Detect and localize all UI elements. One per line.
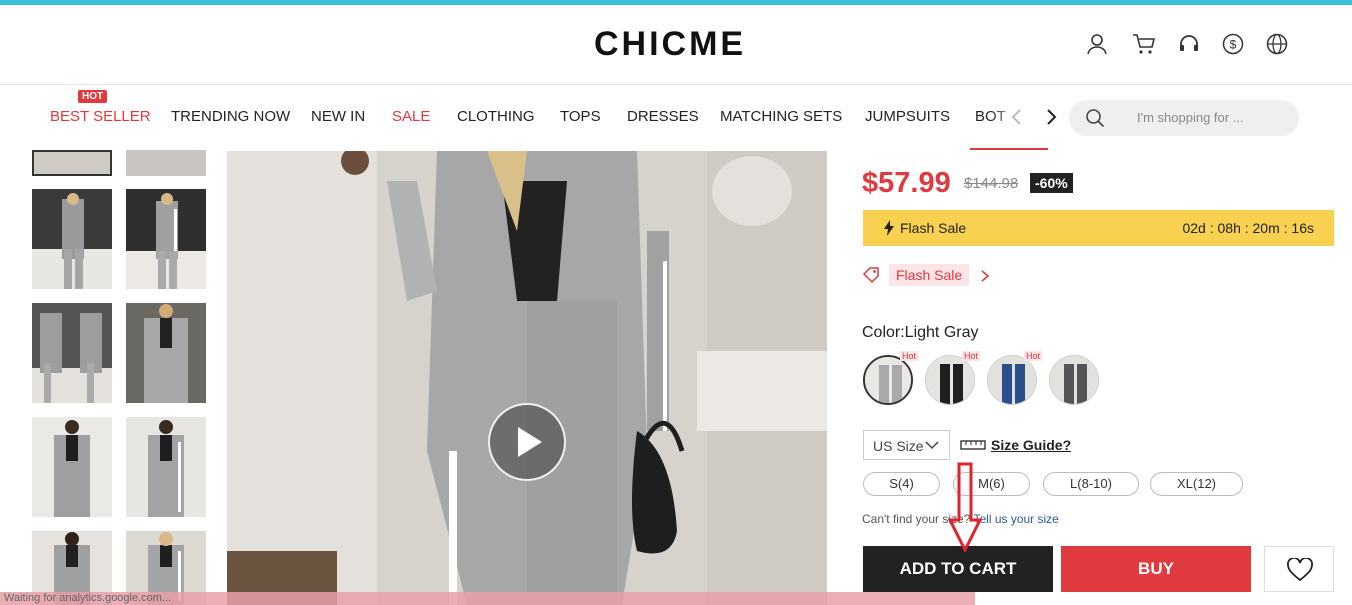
flash-sale-promo-tag[interactable]: Flash Sale xyxy=(889,264,970,286)
discount-badge: -60% xyxy=(1030,173,1073,193)
language-globe-icon[interactable] xyxy=(1266,33,1288,55)
tell-us-size-link[interactable]: Tell us your size xyxy=(973,512,1058,526)
nav-new-in[interactable]: NEW IN xyxy=(311,108,365,125)
search-box[interactable]: I'm shopping for ... xyxy=(1069,100,1299,136)
size-guide-link[interactable]: Size Guide? xyxy=(991,437,1071,453)
nav-clothing[interactable]: CLOTHING xyxy=(457,108,535,125)
color-label: Color:Light Gray xyxy=(862,324,979,341)
size-option-l[interactable]: L(8-10) xyxy=(1043,472,1139,496)
site-header: CHICME $ xyxy=(0,5,1352,85)
support-headset-icon[interactable] xyxy=(1178,33,1200,55)
nav-dresses[interactable]: DRESSES xyxy=(627,108,699,125)
nav-fade xyxy=(990,86,1070,148)
chevron-down-icon xyxy=(925,441,939,450)
rating-underline xyxy=(970,148,1048,150)
account-icon[interactable] xyxy=(1086,33,1108,55)
lightning-icon xyxy=(884,220,894,236)
category-nav: HOT BEST SELLER TRENDING NOW NEW IN SALE… xyxy=(0,86,1352,148)
thumbnail-4[interactable] xyxy=(32,303,112,403)
original-price: $144.98 xyxy=(964,175,1019,192)
search-placeholder: I'm shopping for ... xyxy=(1137,110,1244,125)
thumbnail-7[interactable] xyxy=(126,417,206,517)
hot-badge: HOT xyxy=(78,90,108,103)
nav-tops[interactable]: TOPS xyxy=(560,108,601,125)
annotation-arrow-icon xyxy=(948,462,982,552)
play-icon xyxy=(518,427,542,457)
thumbnail-0[interactable] xyxy=(32,150,112,176)
nav-sale[interactable]: SALE xyxy=(392,108,430,125)
play-video-button[interactable] xyxy=(488,403,566,481)
cart-icon[interactable] xyxy=(1132,33,1156,55)
color-swatch-blue[interactable] xyxy=(987,355,1037,405)
flash-sale-bar: Flash Sale 02d : 08h : 20m : 16s xyxy=(863,210,1334,246)
countdown-timer: 02d : 08h : 20m : 16s xyxy=(1182,220,1314,236)
svg-text:$: $ xyxy=(1230,38,1237,52)
browser-status-bar: Waiting for analytics.google.com... xyxy=(0,592,975,605)
nav-next-icon[interactable] xyxy=(1044,108,1058,126)
currency-icon[interactable]: $ xyxy=(1222,33,1244,55)
thumbnail-1[interactable] xyxy=(126,150,206,176)
flash-sale-label: Flash Sale xyxy=(900,220,967,236)
color-swatch-black[interactable] xyxy=(925,355,975,405)
search-icon[interactable] xyxy=(1085,108,1105,128)
main-product-image[interactable] xyxy=(227,151,827,605)
price-tag-icon xyxy=(862,267,879,284)
color-swatch-dark-gray[interactable] xyxy=(1049,355,1099,405)
thumbnail-2[interactable] xyxy=(32,189,112,289)
sale-price: $57.99 xyxy=(862,167,951,199)
hot-tag: Hot xyxy=(1024,351,1043,361)
nav-jumpsuits[interactable]: JUMPSUITS xyxy=(865,108,950,125)
hot-tag: Hot xyxy=(962,351,981,361)
size-option-xl[interactable]: XL(12) xyxy=(1150,472,1243,496)
nav-prev-icon[interactable] xyxy=(1010,108,1024,126)
thumbnail-6[interactable] xyxy=(32,417,112,517)
color-swatch-light-gray[interactable] xyxy=(863,355,913,405)
add-to-cart-button[interactable]: ADD TO CART xyxy=(863,546,1053,592)
nav-matching-sets[interactable]: MATCHING SETS xyxy=(720,108,842,125)
ruler-icon xyxy=(960,440,986,450)
hot-tag: Hot xyxy=(900,351,919,361)
logo[interactable]: CHICME xyxy=(594,25,746,64)
size-unit-value: US Size xyxy=(873,438,924,454)
wishlist-button[interactable] xyxy=(1264,546,1334,592)
buy-button[interactable]: BUY xyxy=(1061,546,1251,592)
thumbnail-5[interactable] xyxy=(126,303,206,403)
heart-icon xyxy=(1287,558,1313,582)
size-option-s[interactable]: S(4) xyxy=(863,472,940,496)
chevron-right-icon[interactable] xyxy=(979,269,991,283)
nav-best-seller[interactable]: BEST SELLER xyxy=(50,108,151,125)
nav-trending-now[interactable]: TRENDING NOW xyxy=(171,108,290,125)
thumbnail-3[interactable] xyxy=(126,189,206,289)
size-unit-select[interactable]: US Size xyxy=(863,430,950,460)
